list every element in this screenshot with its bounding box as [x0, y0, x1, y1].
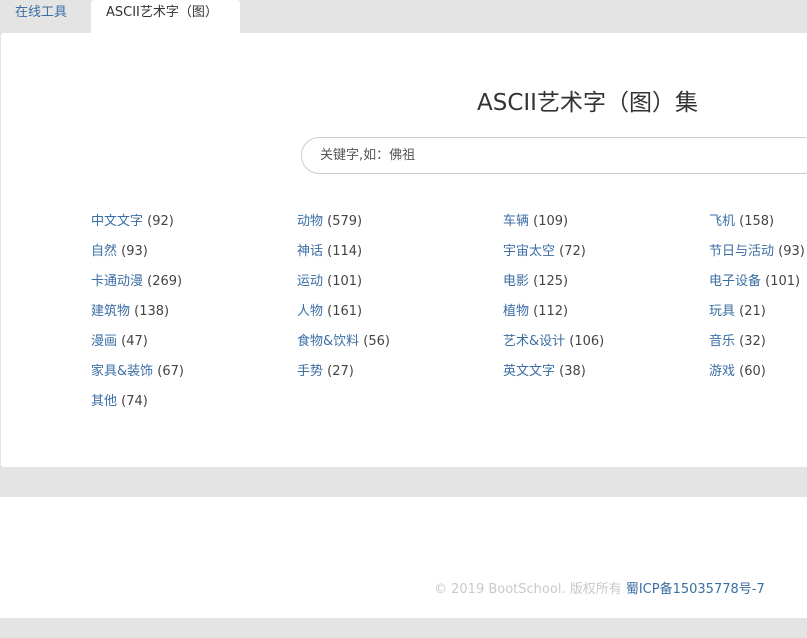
page-title: ASCII艺术字（图）集: [477, 90, 698, 116]
category-count: (67): [157, 364, 184, 379]
category-link[interactable]: 音乐 (32): [709, 333, 766, 351]
category-link[interactable]: 神话 (114): [297, 243, 362, 261]
category-name: 艺术&设计: [503, 334, 566, 349]
category-name: 自然: [91, 244, 118, 259]
category-count: (74): [121, 394, 148, 409]
category-link[interactable]: 食物&饮料 (56): [297, 333, 390, 351]
category-link[interactable]: 艺术&设计 (106): [503, 333, 604, 351]
category-link[interactable]: 游戏 (60): [709, 363, 766, 381]
category-count: (579): [327, 214, 363, 229]
category-link[interactable]: 动物 (579): [297, 213, 362, 231]
category-name: 电影: [503, 274, 530, 289]
category-name: 车辆: [503, 214, 530, 229]
category-count: (60): [739, 364, 766, 379]
category-link[interactable]: 宇宙太空 (72): [503, 243, 586, 261]
category-name: 卡通动漫: [91, 274, 144, 289]
category-link[interactable]: 植物 (112): [503, 303, 568, 321]
category-link[interactable]: 卡通动漫 (269): [91, 273, 182, 291]
category-link[interactable]: 飞机 (158): [709, 213, 774, 231]
category-count: (269): [147, 274, 183, 289]
category-name: 电子设备: [709, 274, 762, 289]
category-count: (21): [739, 304, 766, 319]
search-input[interactable]: [301, 137, 807, 174]
footer: © 2019 BootSchool. 版权所有 蜀ICP备15035778号-7: [434, 578, 765, 597]
category-count: (112): [533, 304, 569, 319]
category-count: (93): [778, 244, 805, 259]
category-name: 音乐: [709, 334, 736, 349]
category-count: (158): [739, 214, 775, 229]
category-link[interactable]: 电子设备 (101): [709, 273, 800, 291]
category-link[interactable]: 节日与活动 (93): [709, 243, 805, 261]
footer-area: [0, 497, 807, 618]
category-name: 玩具: [709, 304, 736, 319]
category-count: (38): [559, 364, 586, 379]
category-name: 宇宙太空: [503, 244, 556, 259]
category-count: (114): [327, 244, 363, 259]
category-count: (92): [147, 214, 174, 229]
icp-link[interactable]: 蜀ICP备15035778号-7: [626, 582, 765, 597]
category-count: (27): [327, 364, 354, 379]
category-count: (56): [363, 334, 390, 349]
category-link[interactable]: 手势 (27): [297, 363, 354, 381]
category-name: 漫画: [91, 334, 118, 349]
tab-ascii-art[interactable]: ASCII艺术字（图）: [91, 0, 240, 33]
category-name: 飞机: [709, 214, 736, 229]
category-link[interactable]: 玩具 (21): [709, 303, 766, 321]
category-link[interactable]: 电影 (125): [503, 273, 568, 291]
category-link[interactable]: 英文文字 (38): [503, 363, 586, 381]
category-count: (161): [327, 304, 363, 319]
category-name: 其他: [91, 394, 118, 409]
category-name: 植物: [503, 304, 530, 319]
category-name: 神话: [297, 244, 324, 259]
category-count: (93): [121, 244, 148, 259]
category-name: 中文文字: [91, 214, 144, 229]
category-count: (101): [327, 274, 363, 289]
category-name: 家具&装饰: [91, 364, 154, 379]
category-link[interactable]: 自然 (93): [91, 243, 148, 261]
category-name: 动物: [297, 214, 324, 229]
copyright-text: © 2019 BootSchool. 版权所有: [434, 582, 622, 597]
category-link[interactable]: 家具&装饰 (67): [91, 363, 184, 381]
category-name: 英文文字: [503, 364, 556, 379]
tab-online-tools[interactable]: 在线工具: [0, 0, 90, 33]
category-link[interactable]: 其他 (74): [91, 393, 148, 411]
category-name: 运动: [297, 274, 324, 289]
category-link[interactable]: 中文文字 (92): [91, 213, 174, 231]
category-name: 手势: [297, 364, 324, 379]
category-name: 人物: [297, 304, 324, 319]
category-link[interactable]: 建筑物 (138): [91, 303, 169, 321]
category-link[interactable]: 人物 (161): [297, 303, 362, 321]
category-name: 节日与活动: [709, 244, 775, 259]
category-count: (125): [533, 274, 569, 289]
category-name: 游戏: [709, 364, 736, 379]
category-count: (138): [134, 304, 170, 319]
category-count: (32): [739, 334, 766, 349]
category-link[interactable]: 车辆 (109): [503, 213, 568, 231]
category-count: (106): [569, 334, 605, 349]
category-count: (101): [765, 274, 801, 289]
category-count: (47): [121, 334, 148, 349]
category-link[interactable]: 漫画 (47): [91, 333, 148, 351]
category-count: (109): [533, 214, 569, 229]
category-name: 建筑物: [91, 304, 131, 319]
category-link[interactable]: 运动 (101): [297, 273, 362, 291]
tab-bar: 在线工具 ASCII艺术字（图）: [0, 0, 807, 33]
category-name: 食物&饮料: [297, 334, 360, 349]
category-count: (72): [559, 244, 586, 259]
